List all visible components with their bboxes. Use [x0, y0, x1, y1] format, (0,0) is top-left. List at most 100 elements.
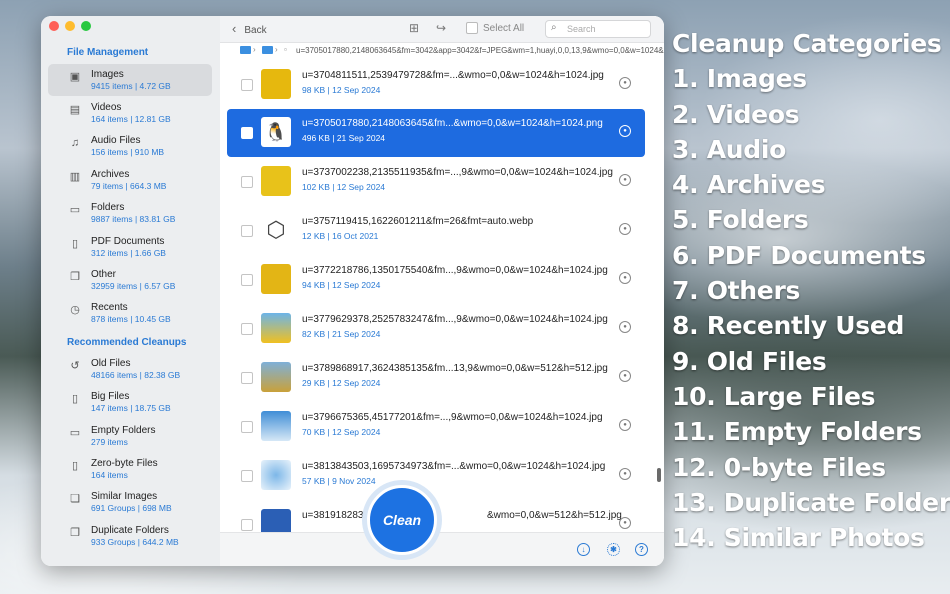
path-text: u=3705017880,2148063645&fm=3042&app=3042… [296, 46, 664, 55]
bottom-bar: ↓ ✱ ? [220, 532, 664, 566]
file-name: u=3796675365,45177201&fm=...,9&wmo=0,0&w… [302, 412, 603, 423]
row-checkbox[interactable] [241, 127, 253, 139]
path-bar: › › ▫ u=3705017880,2148063645&fm=3042&ap… [220, 43, 664, 60]
sidebar-item-empty-folders[interactable]: ▭ Empty Folders 279 items [48, 420, 212, 452]
file-row-selected[interactable]: 🐧 u=3705017880,2148063645&fm...&wmo=0,0&… [227, 109, 645, 157]
sidebar-item-big-files[interactable]: ▯ Big Files 147 items | 18.75 GB [48, 386, 212, 418]
promo-item: 9. Old Files [672, 346, 827, 376]
row-checkbox[interactable] [241, 470, 253, 482]
file-row[interactable]: u=3779629378,2525783247&fm...,9&wmo=0,0&… [227, 305, 645, 353]
sidebar-item-label: Videos [91, 102, 122, 113]
sidebar-item-stats: 164 items [91, 470, 128, 480]
search-icon: ⌕ [551, 22, 557, 33]
preview-icon[interactable]: ● [619, 77, 631, 89]
file-name: u=3789868917,3624385135&fm...13,9&wmo=0,… [302, 363, 608, 374]
grid-view-icon[interactable]: ⊞ [409, 21, 419, 35]
sidebar-item-images[interactable]: ▣ Images 9415 items | 4.72 GB [48, 64, 212, 96]
row-checkbox[interactable] [241, 372, 253, 384]
sidebar-item-stats: 164 items | 12.81 GB [91, 114, 171, 124]
file-name: u=3757119415,1622601211&fm=26&fmt=auto.w… [302, 216, 534, 227]
download-icon[interactable]: ↓ [577, 543, 590, 556]
preview-icon[interactable]: ● [619, 174, 631, 186]
preview-icon[interactable]: ● [619, 272, 631, 284]
preview-icon[interactable]: ● [619, 125, 631, 137]
promo-item: 10. Large Files [672, 381, 876, 411]
minimize-window-button[interactable] [65, 21, 75, 31]
sidebar-item-videos[interactable]: ▤ Videos 164 items | 12.81 GB [48, 97, 212, 129]
file-name-tail: &wmo=0,0&w=512&h=512.jpg [487, 510, 622, 521]
file-row[interactable]: u=3704811511,2539479728&fm=...&wmo=0,0&w… [227, 61, 645, 109]
file-thumbnail [261, 313, 291, 343]
file-row[interactable]: ⬡ u=3757119415,1622601211&fm=26&fmt=auto… [227, 207, 645, 255]
folder-icon[interactable] [262, 46, 273, 54]
clean-button-label: Clean [382, 512, 422, 528]
preview-icon[interactable]: ● [619, 468, 631, 480]
file-row[interactable]: u=3796675365,45177201&fm=...,9&wmo=0,0&w… [227, 403, 645, 451]
file-meta: 102 KB | 12 Sep 2024 [302, 182, 386, 192]
file-meta: 82 KB | 21 Sep 2024 [302, 329, 381, 339]
file-row[interactable]: u=3772218786,1350175540&fm...,9&wmo=0,0&… [227, 256, 645, 304]
sidebar-item-folders[interactable]: ▭ Folders 9887 items | 83.81 GB [48, 197, 212, 229]
other-files-icon: ❐ [70, 271, 80, 283]
sidebar-item-label: Other [91, 269, 117, 280]
sidebar-item-label: Zero-byte Files [91, 458, 158, 469]
preview-icon[interactable]: ● [619, 223, 631, 235]
file-meta: 57 KB | 9 Nov 2024 [302, 476, 376, 486]
sidebar-item-archives[interactable]: ▥ Archives 79 items | 664.3 MB [48, 164, 212, 196]
preview-icon[interactable]: ● [619, 321, 631, 333]
sidebar-item-zero-byte[interactable]: ▯ Zero-byte Files 164 items [48, 453, 212, 485]
file-name: u=3772218786,1350175540&fm...,9&wmo=0,0&… [302, 265, 608, 276]
select-all-checkbox[interactable] [466, 22, 478, 34]
sidebar-item-pdf[interactable]: ▯ PDF Documents 312 items | 1.66 GB [48, 231, 212, 263]
sidebar-item-label: Folders [91, 202, 125, 213]
row-checkbox[interactable] [241, 79, 253, 91]
sidebar-item-duplicate-folders[interactable]: ❐ Duplicate Folders 933 Groups | 644.2 M… [48, 520, 212, 552]
row-checkbox[interactable] [241, 323, 253, 335]
file-meta: 12 KB | 16 Oct 2021 [302, 231, 379, 241]
penguin-thumbnail: 🐧 [261, 117, 291, 147]
sidebar-item-recents[interactable]: ◷ Recents 878 items | 10.45 GB [48, 297, 212, 329]
preview-icon[interactable]: ● [619, 517, 631, 529]
help-icon[interactable]: ? [635, 543, 648, 556]
row-checkbox[interactable] [241, 274, 253, 286]
sidebar-item-similar-images[interactable]: ❏ Similar Images 691 Groups | 698 MB [48, 486, 212, 518]
preview-icon[interactable]: ● [619, 370, 631, 382]
clean-button[interactable]: Clean [367, 485, 437, 555]
back-button[interactable]: ‹ Back [232, 21, 267, 36]
file-row[interactable]: u=3737002238,2135511935&fm=...,9&wmo=0,0… [227, 158, 645, 206]
file-name: u=3705017880,2148063645&fm...&wmo=0,0&w=… [302, 118, 603, 129]
row-checkbox[interactable] [241, 176, 253, 188]
scrollbar-thumb[interactable] [657, 468, 661, 482]
folder-icon: ▭ [69, 204, 81, 216]
select-all-label: Select All [483, 22, 525, 34]
file-thumbnail [261, 69, 291, 99]
file-row[interactable]: u=3789868917,3624385135&fm...13,9&wmo=0,… [227, 354, 645, 402]
close-window-button[interactable] [49, 21, 59, 31]
back-label: Back [244, 25, 267, 36]
toolbar: ‹ Back ⊞ ↪ Select All ⌕ Search [220, 16, 664, 43]
zoom-window-button[interactable] [81, 21, 91, 31]
path-separator: › [275, 45, 278, 54]
music-note-icon: ♫ [70, 137, 80, 149]
window-controls [49, 21, 91, 31]
row-checkbox[interactable] [241, 421, 253, 433]
file-name: u=3704811511,2539479728&fm=...&wmo=0,0&w… [302, 70, 604, 81]
share-icon[interactable]: ↪ [436, 21, 446, 35]
sidebar-item-old-files[interactable]: ↺ Old Files 48166 items | 82.38 GB [48, 353, 212, 385]
promo-item: 14. Similar Photos [672, 523, 925, 553]
file-row[interactable]: u=3813843503,1695734973&fm=...&wmo=0,0&w… [227, 452, 645, 500]
folder-icon[interactable] [240, 46, 251, 54]
preview-icon[interactable]: ● [619, 419, 631, 431]
sidebar-item-audio[interactable]: ♫ Audio Files 156 items | 910 MB [48, 130, 212, 162]
sidebar-item-stats: 48166 items | 82.38 GB [91, 370, 181, 380]
search-input[interactable]: ⌕ Search [545, 20, 651, 38]
row-checkbox[interactable] [241, 225, 253, 237]
gear-icon[interactable]: ✱ [607, 543, 620, 556]
row-checkbox[interactable] [241, 519, 253, 531]
promo-item: 3. Audio [672, 134, 786, 164]
archive-icon: ▥ [69, 171, 81, 183]
select-all-toggle[interactable]: Select All [466, 22, 524, 34]
cube-thumbnail: ⬡ [261, 215, 291, 245]
sidebar-item-other[interactable]: ❐ Other 32959 items | 6.57 GB [48, 264, 212, 296]
zero-file-icon: ▯ [71, 460, 79, 472]
